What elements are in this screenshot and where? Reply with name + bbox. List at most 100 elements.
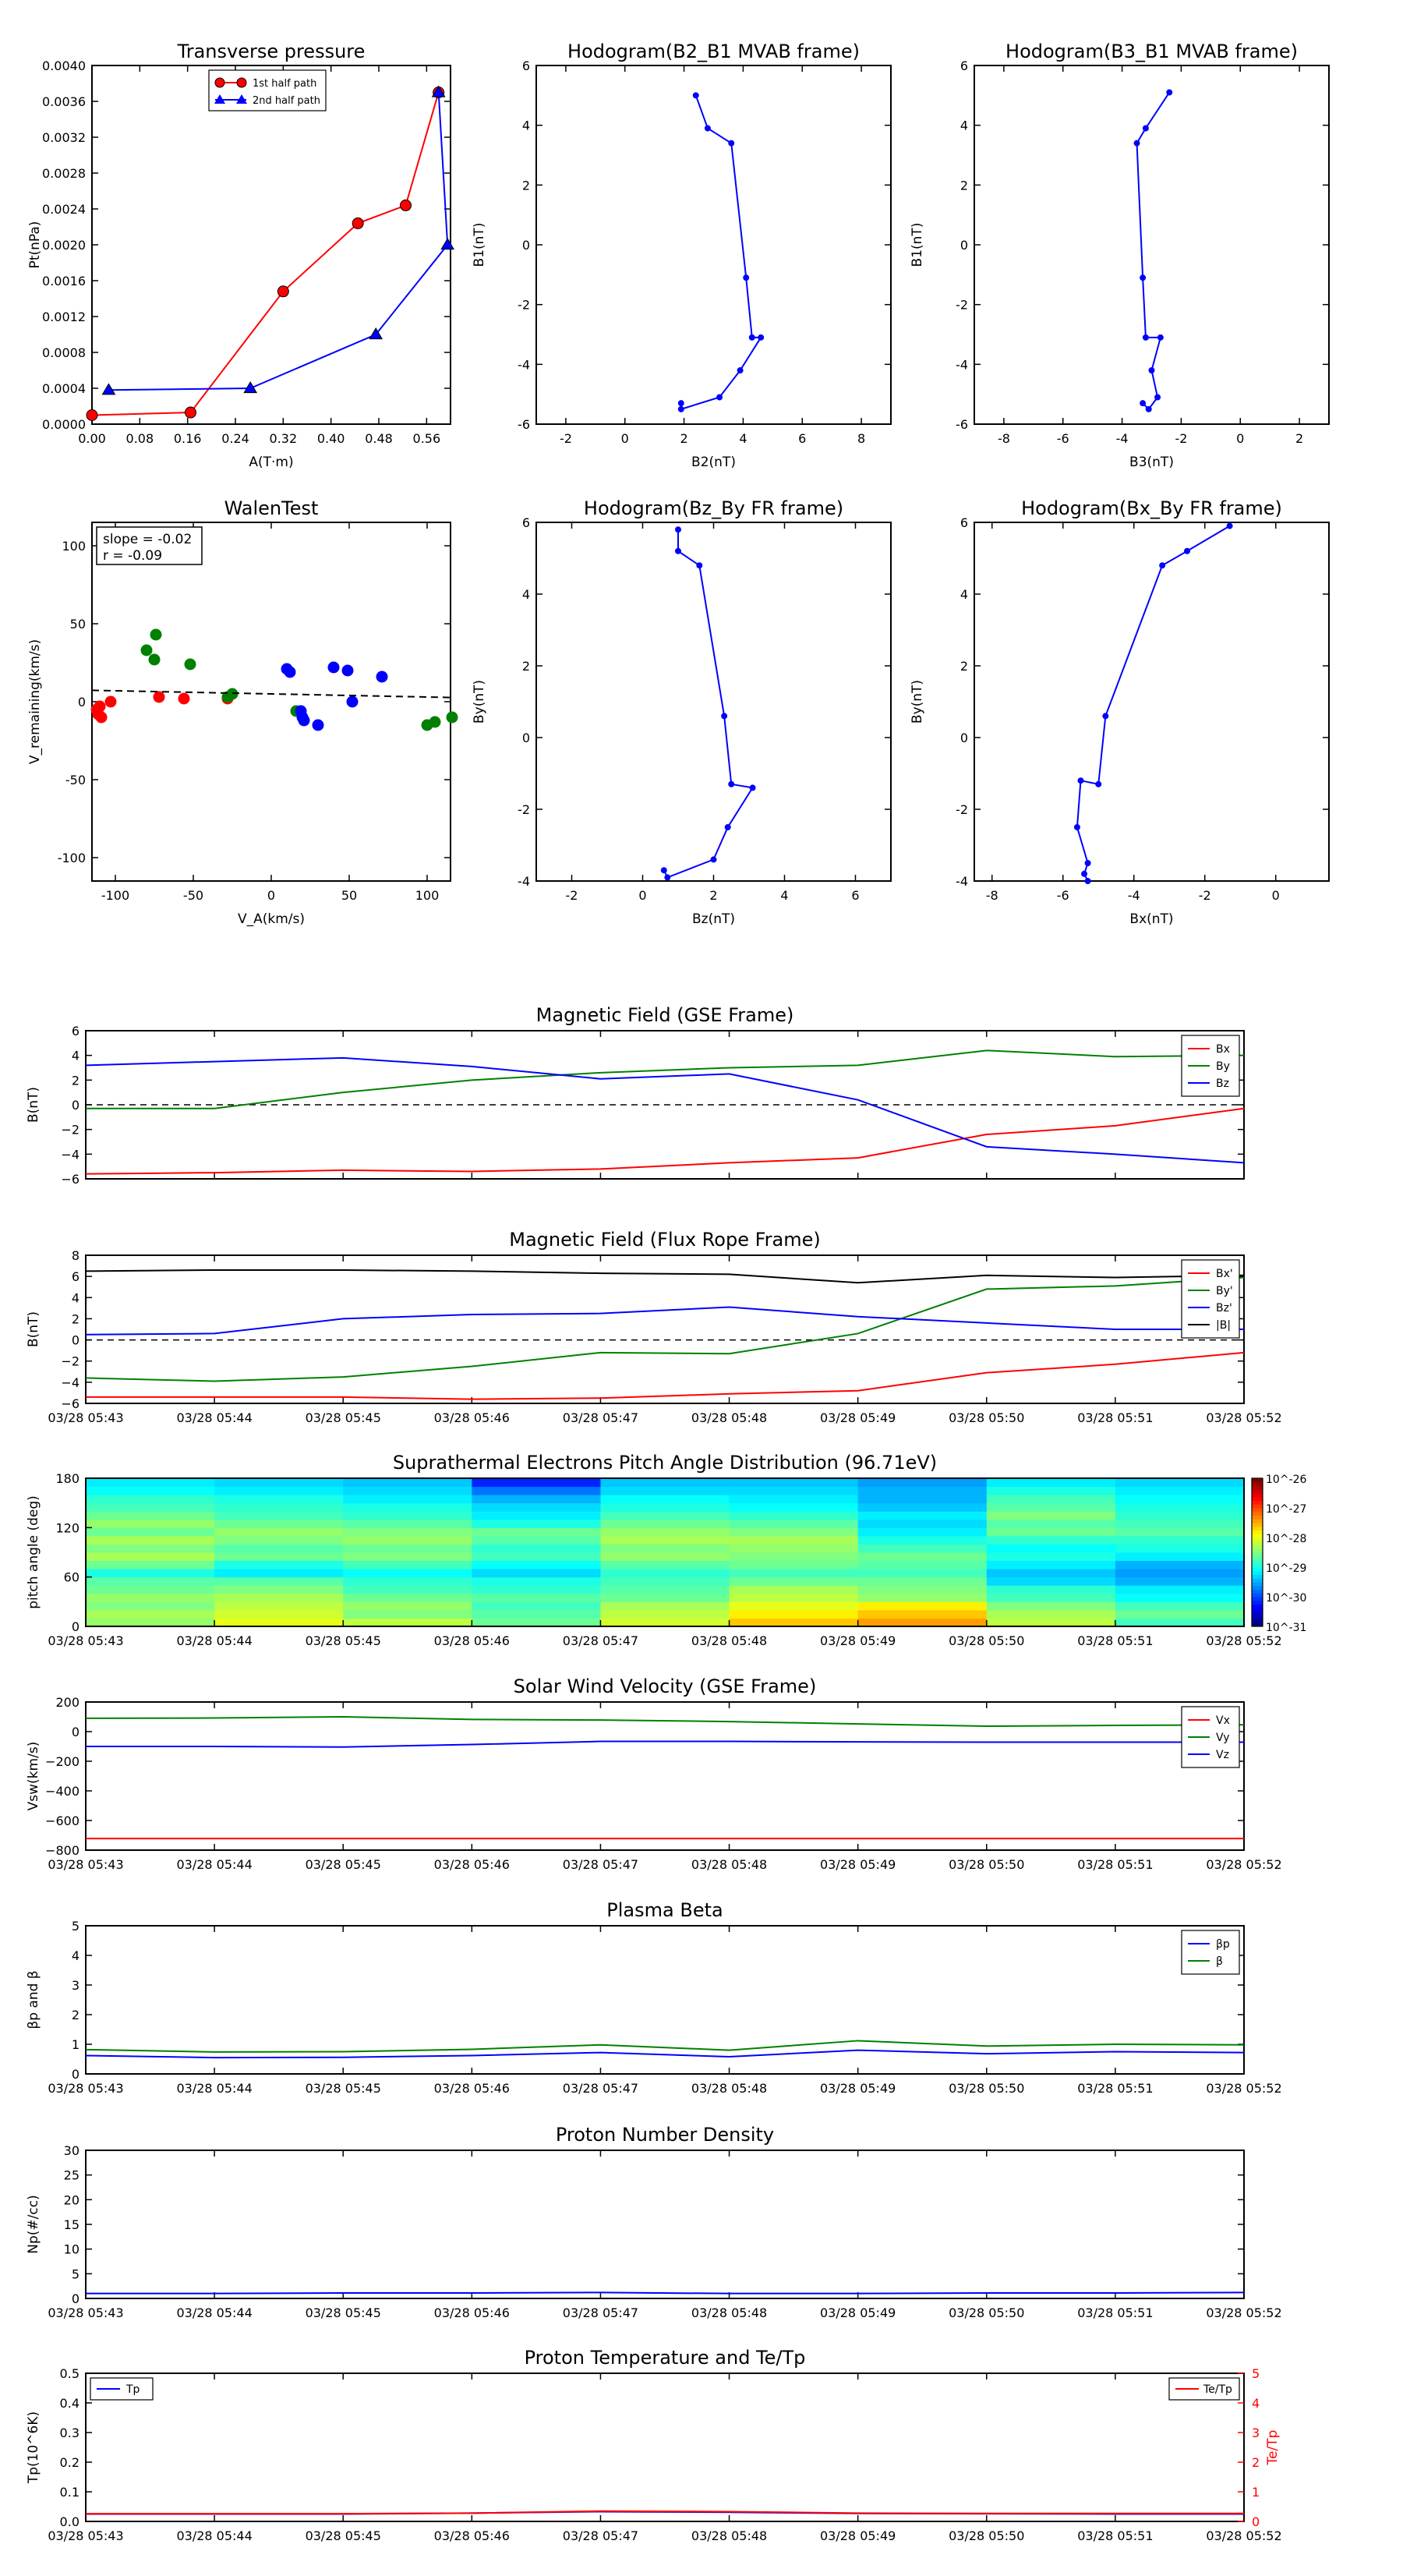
colorbar-step <box>1252 1481 1263 1486</box>
y-axis-label: B(nT) <box>26 1087 41 1123</box>
x-tick-label: 03/28 05:44 <box>176 2305 252 2320</box>
y-tick-label: 0.0040 <box>42 58 86 73</box>
heatmap-cell <box>472 1552 601 1562</box>
heatmap-cell <box>986 1544 1116 1553</box>
x-tick-label: -6 <box>1057 888 1069 903</box>
legend-label: Bz' <box>1216 1302 1232 1315</box>
heatmap-cell <box>343 1502 472 1512</box>
heatmap-cell <box>857 1552 988 1562</box>
x-tick-label: 03/28 05:50 <box>949 1633 1024 1648</box>
heatmap-cell <box>86 1585 215 1594</box>
series-line-Bx <box>85 1107 1245 1175</box>
y-tick-label: 4 <box>522 587 530 602</box>
data-point <box>1166 89 1173 96</box>
y-tick-label: 0.0008 <box>42 345 86 360</box>
colorbar-step <box>1252 1530 1263 1534</box>
heatmap-cell <box>729 1486 859 1495</box>
heatmap-cell <box>857 1519 988 1528</box>
x-tick-label: 03/28 05:43 <box>48 2305 123 2320</box>
heatmap-cell <box>86 1527 215 1537</box>
heatmap-cell <box>857 1511 988 1520</box>
data-point <box>298 714 310 727</box>
y-tick-label: 0.0028 <box>42 166 86 181</box>
data-point <box>178 692 190 705</box>
heatmap-cell <box>472 1495 601 1504</box>
x-tick-label: 100 <box>415 888 440 903</box>
legend-label: Vz <box>1216 1749 1229 1761</box>
x-tick-label: 03/28 05:51 <box>1077 1410 1153 1425</box>
heatmap-cell <box>214 1527 344 1537</box>
colorbar-step <box>1252 1489 1263 1494</box>
chart-title: Magnetic Field (Flux Rope Frame) <box>509 1229 820 1251</box>
data-point <box>400 199 412 211</box>
colorbar-step <box>1252 1597 1263 1601</box>
heatmap-cell <box>214 1552 344 1562</box>
data-point <box>352 217 364 229</box>
y-tick-label: 0.0020 <box>42 238 86 253</box>
data-point <box>1159 562 1166 569</box>
colorbar-step <box>1252 1552 1263 1557</box>
series-line-β <box>85 2040 1245 2053</box>
heatmap-cell <box>472 1569 601 1578</box>
colorbar-step <box>1252 1608 1263 1612</box>
y-tick-label: 8 <box>72 1248 80 1263</box>
data-point <box>728 780 735 787</box>
colorbar-step <box>1252 1615 1263 1619</box>
x-tick-label: 03/28 05:49 <box>820 2081 896 2096</box>
plot-frame <box>91 65 451 425</box>
data-point <box>327 661 340 674</box>
data-point <box>95 711 108 724</box>
y-tick-label: −200 <box>45 1754 80 1769</box>
x-tick-label: 03/28 05:44 <box>176 2528 252 2543</box>
figure-canvas: Transverse pressure0.00 0.08 0.16 0.24 0.32 0… <box>26 41 1330 2543</box>
y-tick-label: 0 <box>72 2067 80 2082</box>
data-point <box>429 716 441 728</box>
chart-beta: Plasma Beta 0 1 2 3 4 5 03/28 05:43 03/28 05:44 0… <box>26 1899 1282 2096</box>
colorbar-step <box>1252 1574 1263 1579</box>
x-tick-label: -6 <box>1057 431 1069 446</box>
data-point <box>675 547 681 554</box>
heatmap-cell <box>1115 1544 1245 1553</box>
heatmap-cell <box>857 1618 988 1627</box>
y-tick-label: 6 <box>72 1269 80 1284</box>
x-tick-label: 03/28 05:48 <box>691 1857 767 1872</box>
y-axis-label: B1(nT) <box>472 223 487 267</box>
x-tick-label: 03/28 05:51 <box>1077 2081 1153 2096</box>
heatmap-cell <box>729 1519 859 1528</box>
colorbar-step <box>1252 1578 1263 1583</box>
heatmap-cell <box>214 1478 344 1488</box>
y-tick-label: 0.3 <box>60 2426 80 2440</box>
colorbar-step <box>1252 1485 1263 1490</box>
y-tick-label: 6 <box>522 58 530 73</box>
chart-tp: Proton Temperature and Te/Tp 0.0 0.1 0.2 0.3… <box>26 2347 1282 2543</box>
legend-label: Bx' <box>1216 1268 1233 1280</box>
y-right-tick-label: 3 <box>1252 2426 1260 2440</box>
x-tick-label: 03/28 05:52 <box>1206 1633 1281 1648</box>
series-line-0 <box>680 94 762 411</box>
data-point <box>277 285 289 298</box>
data-point <box>341 664 354 677</box>
colorbar-step <box>1252 1508 1263 1513</box>
y-axis-label: Tp(10^6K) <box>26 2411 41 2484</box>
fit-line <box>91 689 451 699</box>
y-tick-label: 2 <box>960 178 968 193</box>
colorbar-step <box>1252 1567 1263 1572</box>
data-point <box>150 628 162 641</box>
colorbar-step <box>1252 1500 1263 1505</box>
heatmap-cell <box>729 1609 859 1619</box>
series-line-0 <box>1136 91 1171 411</box>
colorbar-step <box>1252 1589 1263 1594</box>
chart-title: Hodogram(B3_B1 MVAB frame) <box>1005 41 1298 62</box>
x-tick-label: 03/28 05:46 <box>434 2305 510 2320</box>
heatmap-cell <box>1115 1478 1245 1488</box>
chart-title: Transverse pressure <box>177 41 366 62</box>
heatmap-cell <box>600 1486 730 1495</box>
series-line-|B| <box>85 1269 1245 1284</box>
x-tick-label: 03/28 05:50 <box>949 2305 1024 2320</box>
heatmap-cell <box>343 1495 472 1504</box>
heatmap-cell <box>857 1495 988 1504</box>
y-tick-label: -100 <box>58 851 86 865</box>
x-tick-label: -2 <box>560 431 572 446</box>
x-tick-label: 2 <box>680 431 687 446</box>
heatmap-cell <box>986 1478 1116 1488</box>
